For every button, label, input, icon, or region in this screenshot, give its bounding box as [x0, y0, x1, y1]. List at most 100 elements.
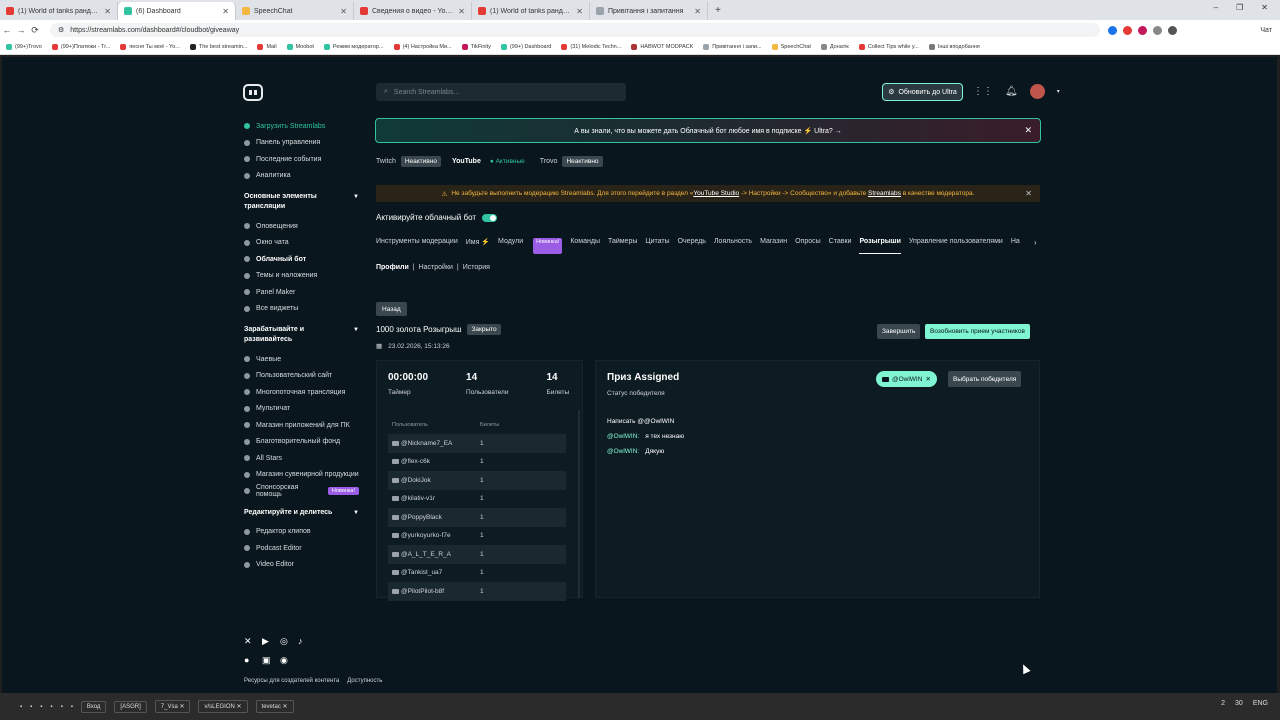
reload-icon[interactable]: ⟳	[28, 25, 42, 36]
sidebar-section-header[interactable]: Основные элементы трансляции ▼	[244, 192, 359, 212]
close-tab-icon[interactable]: ✕	[694, 7, 701, 16]
nav-tab[interactable]: Команды	[570, 238, 600, 254]
close-tab-icon[interactable]: ✕	[340, 7, 347, 16]
end-giveaway-button[interactable]: Завершить	[877, 324, 921, 339]
streamlabs-logo-icon[interactable]	[243, 84, 263, 101]
back-arrow-icon[interactable]: ←	[0, 25, 14, 35]
sidebar-item[interactable]: Panel Maker	[244, 284, 359, 301]
url-field[interactable]: ⚙ https://streamlabs.com/dashboard#/clou…	[50, 23, 1100, 37]
youtube-icon[interactable]: ▶	[262, 636, 280, 647]
sidebar-section-header[interactable]: Зарабатывайте и развивайтесь ▼	[244, 325, 359, 345]
sidebar-item[interactable]: Окно чата	[244, 235, 359, 252]
sidebar-item[interactable]: Темы и наложения	[244, 268, 359, 285]
browser-tab[interactable]: (1) World of tanks рандом - YouTube ✕	[0, 2, 118, 20]
bookmark-item[interactable]: НАВWOT MODPACK	[631, 44, 693, 50]
sidebar-item[interactable]: Облачный бот	[244, 251, 359, 268]
sidebar-item[interactable]: Все виджеты	[244, 301, 359, 318]
nav-tab[interactable]: На	[1011, 238, 1020, 254]
forward-arrow-icon[interactable]: →	[14, 25, 28, 35]
bookmark-item[interactable]: (99+) Dashboard	[500, 44, 551, 50]
table-row[interactable]: @flex-c6k 1	[388, 453, 566, 472]
chevron-down-icon[interactable]: ▼	[353, 192, 359, 212]
sidebar-item[interactable]: Аналитика	[244, 168, 359, 185]
bookmark-item[interactable]: (31) Melodic Techn...	[561, 44, 621, 50]
browser-tab[interactable]: SpeechChat ✕	[236, 2, 354, 20]
creator-resources-link[interactable]: Ресурсы для создателей контента	[244, 678, 339, 684]
table-row[interactable]: @Nickname7_EA 1	[388, 434, 566, 453]
platform-tab-twitch[interactable]: Twitch	[376, 158, 396, 165]
bookmark-star-icon[interactable]	[1108, 25, 1117, 35]
upgrade-ultra-button[interactable]: ⚙ Обновить до Ultra	[882, 83, 963, 101]
sidebar-item[interactable]: Оповещения	[244, 218, 359, 235]
nav-tab[interactable]: Инструменты модерации	[376, 238, 458, 254]
sidebar-item[interactable]: Редактор клипов	[244, 524, 359, 541]
sidebar-item[interactable]: All Stars	[244, 450, 359, 467]
extension-icon[interactable]	[1138, 25, 1147, 35]
table-row[interactable]: @A_L_T_E_R_A 1	[388, 545, 566, 564]
bookmark-item[interactable]: Режим модератор...	[323, 44, 384, 50]
taskbar-item[interactable]: tevetac ✕	[255, 700, 294, 713]
taskbar-item[interactable]: 7_Vsa ✕	[154, 700, 191, 713]
instagram-icon[interactable]: ◎	[280, 636, 298, 647]
winner-chip[interactable]: @OwlWIN ✕	[876, 371, 937, 387]
tray-item[interactable]: ENG	[1253, 700, 1268, 707]
bookmark-item[interactable]: TikFinity	[461, 44, 491, 50]
close-icon[interactable]: ✕	[1024, 125, 1032, 136]
nav-tab[interactable]: Лояльность	[714, 238, 752, 254]
bookmark-item[interactable]: Mail	[257, 44, 277, 50]
sidebar-item[interactable]: Пользовательский сайт	[244, 368, 359, 385]
table-row[interactable]: @yurkoyurko-f7e 1	[388, 527, 566, 546]
nav-tab[interactable]: Розыгрыши	[859, 238, 901, 254]
platform-tab-trovo[interactable]: Trovo	[540, 158, 558, 165]
terminal-icon[interactable]: ▪	[50, 704, 52, 710]
sidebar-item[interactable]: Загрузить Streamlabs	[244, 118, 359, 135]
sidebar-item[interactable]: Спонсорская помощь Новинка!	[244, 483, 359, 500]
sidebar-item[interactable]: Video Editor	[244, 557, 359, 574]
avatar[interactable]	[1029, 84, 1045, 99]
browser-tab[interactable]: Сведения о видео - YouTube Studio ✕	[354, 2, 472, 20]
maximize-icon[interactable]: ❐	[1236, 3, 1243, 12]
close-icon[interactable]: ✕	[1025, 189, 1032, 198]
sidebar-section-header[interactable]: Редактируйте и делитесь ▼	[244, 508, 359, 518]
site-info-icon[interactable]: ⚙	[58, 26, 64, 34]
tray-item[interactable]: 2	[1221, 700, 1225, 707]
sidebar-item[interactable]: Магазин сувенирной продукции	[244, 467, 359, 484]
bookmark-item[interactable]: Moobot	[286, 44, 314, 50]
back-button[interactable]: Назад	[376, 302, 407, 316]
sidebar-item[interactable]: Чаевые	[244, 351, 359, 368]
sidebar-item[interactable]: Магазин приложений для ПК	[244, 417, 359, 434]
shield-icon[interactable]: ▪	[61, 704, 63, 710]
nav-tab[interactable]: Магазин	[760, 238, 787, 254]
accessibility-link[interactable]: Доступность	[347, 678, 382, 684]
extensions-puzzle-icon[interactable]	[1153, 25, 1162, 35]
close-tab-icon[interactable]: ✕	[458, 7, 465, 16]
table-row[interactable]: @PoppyBlack 1	[388, 508, 566, 527]
close-tab-icon[interactable]: ✕	[104, 7, 111, 16]
table-row[interactable]: @Tankist_ua7 1	[388, 564, 566, 583]
sidebar-item[interactable]: Многопоточная трансляция	[244, 384, 359, 401]
sub-tab[interactable]: История	[463, 264, 490, 271]
minimize-icon[interactable]: –	[1214, 3, 1218, 12]
chevron-right-icon[interactable]: ›	[1034, 238, 1037, 247]
resume-entries-button[interactable]: Возобновить прием участников	[925, 324, 1030, 339]
bookmark-item[interactable]: SpeechChat	[771, 44, 811, 50]
bookmark-item[interactable]: (4) Настройка Ми...	[393, 44, 452, 50]
nav-tab[interactable]: Таймеры	[608, 238, 637, 254]
notification-bell-icon[interactable]: 🔔︎	[1005, 86, 1018, 97]
tray-item[interactable]: 30	[1235, 700, 1243, 707]
extension-icon[interactable]	[1123, 25, 1132, 35]
table-row[interactable]: @PilotPilot-b8f 1	[388, 582, 566, 601]
chat-bubble-icon[interactable]: ▪	[30, 704, 32, 710]
table-row[interactable]: @kilativ-v1r 1	[388, 490, 566, 509]
gear-icon[interactable]: ▪	[71, 704, 73, 710]
bookmark-item[interactable]: песня Ты моё - Yo...	[120, 44, 180, 50]
platform-tab-youtube[interactable]: YouTube	[452, 158, 481, 165]
cloudbot-toggle[interactable]	[482, 213, 498, 222]
nav-tab[interactable]: Модули	[498, 238, 523, 254]
scrollbar[interactable]	[578, 410, 580, 598]
nav-tab[interactable]: Опросы	[795, 238, 821, 254]
taskbar-item[interactable]: [ASGR]	[114, 700, 147, 713]
apps-grid-icon[interactable]: ⋮⋮	[973, 86, 993, 97]
streamlabs-link[interactable]: Streamlabs	[868, 190, 901, 197]
bookmark-item[interactable]: Привітання і запи...	[703, 44, 762, 50]
